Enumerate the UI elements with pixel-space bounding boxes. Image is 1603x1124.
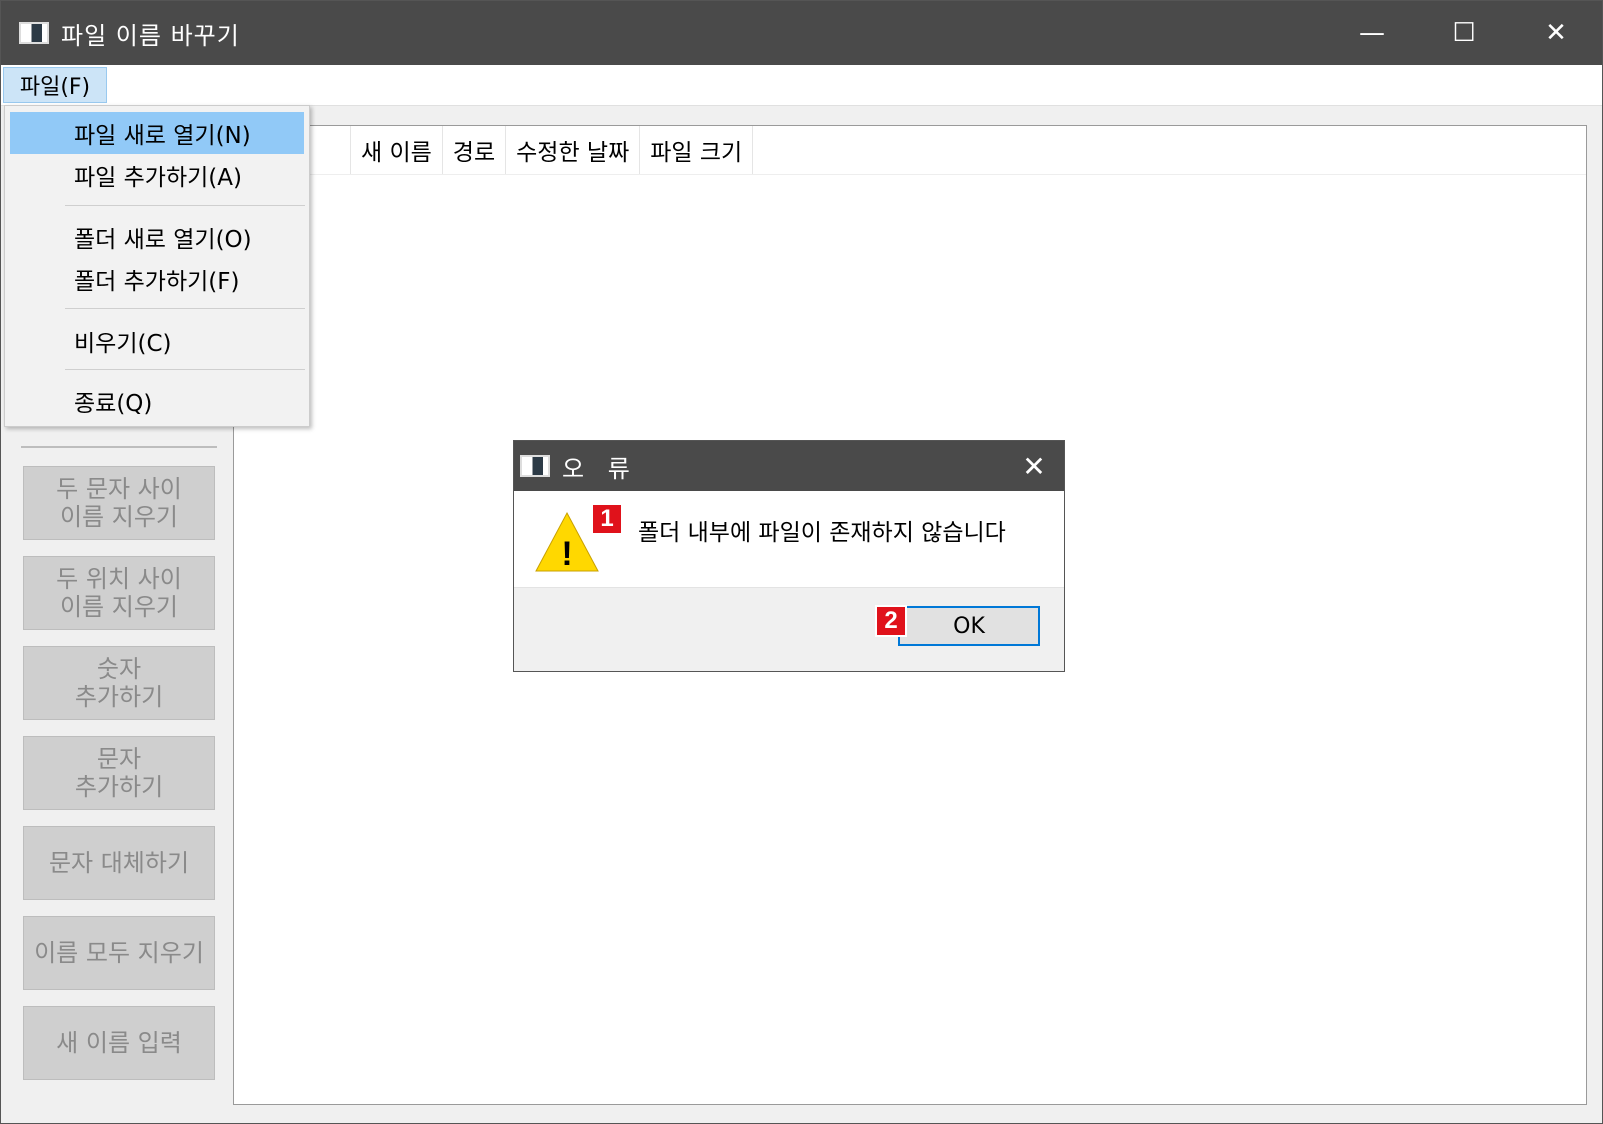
enter-new-name-button[interactable]: 새 이름 입력: [23, 1006, 215, 1080]
svg-text:!: !: [561, 535, 572, 573]
minimize-button[interactable]: —: [1326, 1, 1418, 65]
add-number-button[interactable]: 숫자 추가하기: [23, 646, 215, 720]
dialog-close-button[interactable]: ✕: [1004, 450, 1064, 483]
dialog-title: 오 류: [562, 454, 638, 483]
annotation-badge-1: 1: [591, 503, 623, 535]
menu-file[interactable]: 파일(F): [3, 67, 107, 103]
column-path[interactable]: 경로: [443, 126, 507, 174]
list-header: 이름 새 이름 경로 수정한 날짜 파일 크기: [234, 126, 1586, 175]
menu-item-open-files[interactable]: 파일 새로 열기(N): [10, 112, 304, 154]
window-controls: — ☐ ✕: [1326, 1, 1602, 65]
title-bar: 파일 이름 바꾸기 — ☐ ✕: [1, 1, 1602, 65]
delete-between-chars-button[interactable]: 두 문자 사이 이름 지우기: [23, 466, 215, 540]
menu-item-open-folder[interactable]: 폴더 새로 열기(O): [10, 216, 304, 258]
menu-item-quit[interactable]: 종료(Q): [10, 380, 304, 422]
add-text-button[interactable]: 문자 추가하기: [23, 736, 215, 810]
window-title: 파일 이름 바꾸기: [61, 21, 240, 50]
clear-names-button[interactable]: 이름 모두 지우기: [23, 916, 215, 990]
menu-separator: [65, 205, 305, 206]
error-dialog: 오 류 ✕ ! 폴더 내부에 파일이 존재하지 않습니다 OK: [513, 440, 1065, 672]
file-menu-dropdown: 파일 새로 열기(N) 파일 추가하기(A) 폴더 새로 열기(O) 폴더 추가…: [4, 105, 310, 427]
main-window: 파일 이름 바꾸기 — ☐ ✕ 파일(F) 두 문자 사이 이름 지우기 두 위…: [0, 0, 1603, 1124]
dialog-app-icon: [520, 455, 550, 477]
dialog-title-bar: 오 류 ✕: [514, 441, 1064, 491]
menu-item-add-folder[interactable]: 폴더 추가하기(F): [10, 258, 304, 300]
app-icon: [19, 22, 49, 44]
menu-separator: [65, 308, 305, 309]
maximize-button[interactable]: ☐: [1418, 1, 1510, 65]
column-file-size[interactable]: 파일 크기: [640, 126, 754, 174]
close-button[interactable]: ✕: [1510, 1, 1602, 65]
replace-text-button[interactable]: 문자 대체하기: [23, 826, 215, 900]
menu-item-clear[interactable]: 비우기(C): [10, 320, 304, 362]
dialog-footer: OK: [514, 587, 1064, 671]
delete-between-positions-button[interactable]: 두 위치 사이 이름 지우기: [23, 556, 215, 630]
annotation-badge-2: 2: [875, 605, 907, 637]
dialog-message: 폴더 내부에 파일이 존재하지 않습니다: [638, 520, 1006, 546]
column-modified-date[interactable]: 수정한 날짜: [506, 126, 641, 174]
sidebar-divider: [21, 446, 217, 448]
menu-bar: 파일(F): [1, 65, 1602, 106]
column-new-name[interactable]: 새 이름: [351, 126, 443, 174]
ok-button[interactable]: OK: [898, 606, 1040, 646]
menu-separator: [65, 369, 305, 370]
menu-item-add-files[interactable]: 파일 추가하기(A): [10, 154, 304, 196]
